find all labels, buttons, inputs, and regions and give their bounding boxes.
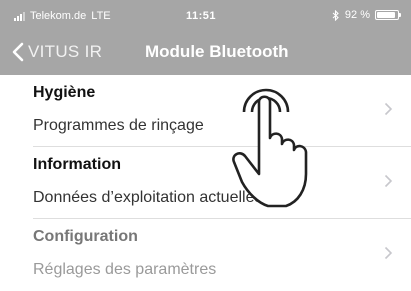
pointing-hand-icon	[232, 88, 308, 208]
battery-percent: 92 %	[344, 9, 370, 21]
chevron-right-icon	[384, 246, 393, 260]
menu-item-heading: Information	[33, 156, 121, 173]
menu-item-information[interactable]: Information Données d’exploitation actue…	[0, 147, 411, 219]
status-bar: Telekom.de LTE 11:51 92 %	[0, 0, 411, 34]
back-label: VITUS IR	[28, 42, 103, 61]
top-bar: Telekom.de LTE 11:51 92 % VITUS IR Modul…	[0, 0, 411, 75]
menu-item-hygiene[interactable]: Hygiène Programmes de rinçage	[0, 75, 411, 147]
bluetooth-icon	[332, 9, 339, 21]
network-type: LTE	[91, 10, 111, 22]
menu-item-configuration[interactable]: Configuration Réglages des paramètres	[0, 219, 411, 291]
chevron-right-icon	[384, 102, 393, 116]
chevron-left-icon	[12, 42, 24, 62]
status-time: 11:51	[186, 10, 217, 22]
navigation-bar: VITUS IR Module Bluetooth	[0, 34, 411, 75]
status-left: Telekom.de LTE	[14, 10, 111, 22]
status-right: 92 %	[332, 9, 401, 21]
page-title: Module Bluetooth	[145, 42, 289, 61]
menu-item-heading: Configuration	[33, 228, 138, 245]
menu-item-subtitle: Programmes de rinçage	[33, 117, 204, 134]
battery-fill	[377, 12, 396, 18]
chevron-right-icon	[384, 174, 393, 188]
battery-icon	[375, 10, 401, 20]
carrier-name: Telekom.de	[30, 10, 87, 22]
menu-item-heading: Hygiène	[33, 84, 96, 101]
back-button[interactable]: VITUS IR	[12, 42, 102, 62]
menu-list: Hygiène Programmes de rinçage Informatio…	[0, 75, 411, 291]
signal-strength-icon	[14, 11, 25, 21]
menu-item-subtitle: Réglages des paramètres	[33, 261, 217, 278]
